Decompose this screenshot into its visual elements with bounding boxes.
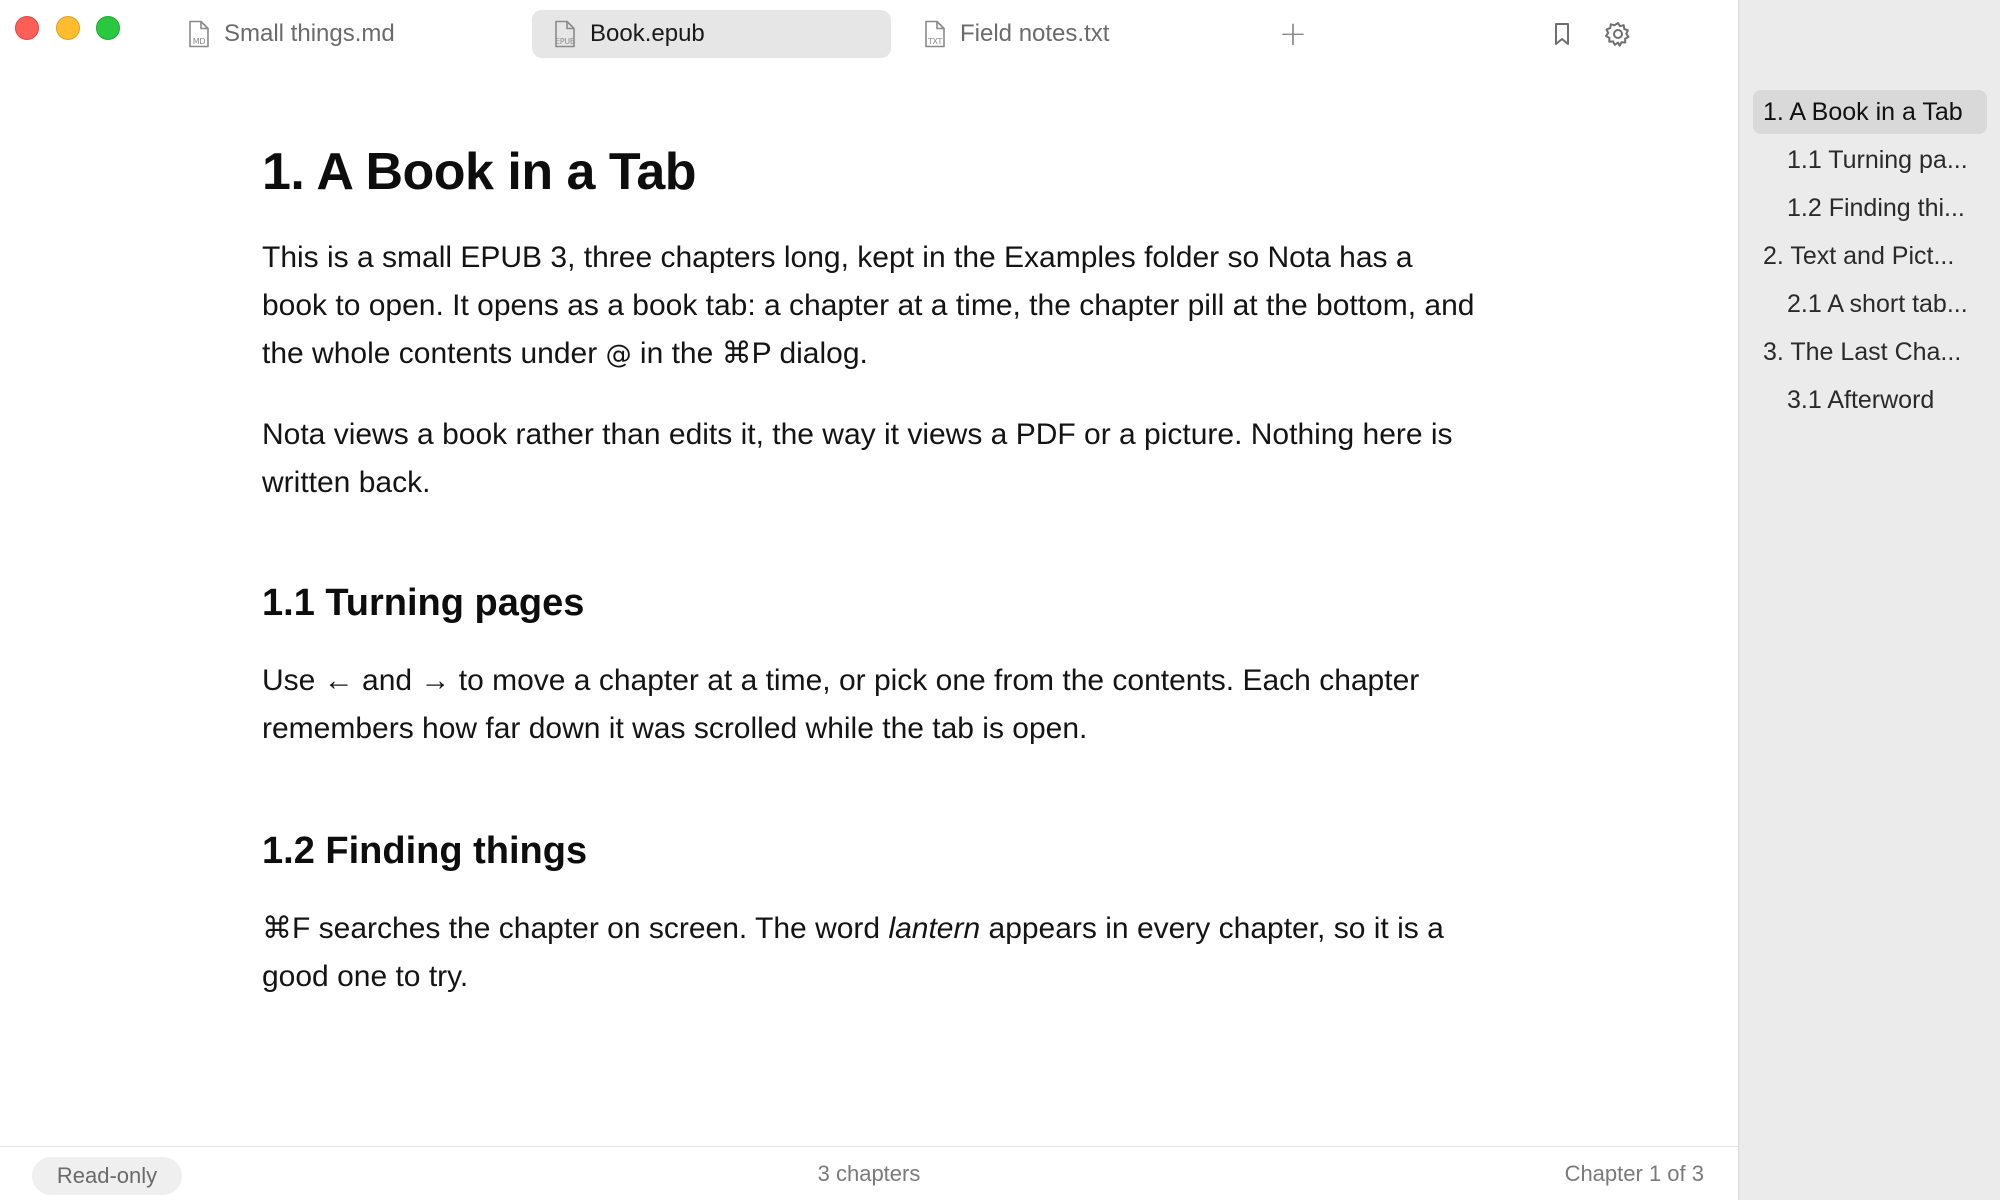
section-heading: 1.2 Finding things — [262, 830, 588, 872]
close-window-button[interactable] — [15, 16, 39, 40]
file-icon: MD — [188, 20, 210, 48]
gear-icon[interactable] — [1604, 20, 1632, 48]
text: and — [353, 664, 421, 697]
text: searches the chapter on screen. The word — [310, 912, 889, 945]
toc-item[interactable]: 2.1 A short tab... — [1753, 282, 1987, 326]
file-icon: EPUB — [554, 20, 576, 48]
paragraph: Nota views a book rather than edits it, … — [262, 418, 1453, 499]
table-of-contents: 1. A Book in a Tab 1.1 Turning pa... 1.2… — [1753, 90, 1987, 426]
chapter-content: 1. A Book in a Tab This is a small EPUB … — [262, 140, 1482, 1033]
chapter-count: 3 chapters — [817, 1161, 921, 1186]
tab-bar: MD Small things.md EPUB Book.epub TXT Fi… — [0, 0, 1738, 70]
file-icon: TXT — [924, 20, 946, 48]
toc-item[interactable]: 1.2 Finding thi... — [1753, 186, 1987, 230]
left-arrow-glyph: ← — [323, 664, 354, 697]
emphasis: lantern — [888, 912, 981, 945]
paragraph: ⌘F searches the chapter on screen. The w… — [262, 905, 1482, 1001]
text: in the — [631, 337, 722, 370]
contents-sidebar: 1. A Book in a Tab 1.1 Turning pa... 1.2… — [1738, 0, 2000, 1200]
kbd-cmd-p: ⌘P — [721, 337, 772, 370]
toc-item[interactable]: 1. A Book in a Tab — [1753, 90, 1987, 134]
right-arrow-glyph: → — [420, 664, 451, 697]
tab-field-notes[interactable]: TXT Field notes.txt — [924, 10, 1224, 58]
kbd-cmd-f: ⌘F — [262, 912, 311, 945]
toc-item[interactable]: 3.1 Afterword — [1753, 378, 1987, 422]
tab-label: Small things.md — [224, 20, 395, 47]
chapter-pill[interactable]: Chapter 1 of 3 — [1565, 1161, 1704, 1187]
status-bar: Read-only 3 chapters Chapter 1 of 3 — [0, 1146, 1738, 1200]
paragraph: Use ← and → to move a chapter at a time,… — [262, 657, 1482, 753]
chapter-title: 1. A Book in a Tab — [262, 143, 697, 201]
tab-label: Field notes.txt — [960, 20, 1110, 47]
toc-item[interactable]: 2. Text and Pict... — [1753, 234, 1987, 278]
text: dialog. — [771, 337, 868, 370]
tab-label: Book.epub — [590, 20, 705, 47]
tab-book-epub[interactable]: EPUB Book.epub — [532, 10, 891, 58]
zoom-window-button[interactable] — [96, 16, 120, 40]
kbd-at: @ — [605, 340, 632, 370]
main-window: MD Small things.md EPUB Book.epub TXT Fi… — [0, 0, 1738, 1200]
text: Use — [262, 664, 324, 697]
toc-item[interactable]: 3. The Last Cha... — [1753, 330, 1987, 374]
bookmark-icon[interactable] — [1548, 20, 1576, 48]
text: This is a small EPUB 3, three chapters l… — [262, 241, 1475, 370]
tab-small-things[interactable]: MD Small things.md — [188, 10, 508, 58]
paragraph: This is a small EPUB 3, three chapters l… — [262, 234, 1482, 379]
new-tab-button[interactable]: + — [1278, 16, 1308, 52]
toc-item[interactable]: 1.1 Turning pa... — [1753, 138, 1987, 182]
minimize-window-button[interactable] — [56, 16, 80, 40]
section-heading: 1.1 Turning pages — [262, 582, 585, 624]
